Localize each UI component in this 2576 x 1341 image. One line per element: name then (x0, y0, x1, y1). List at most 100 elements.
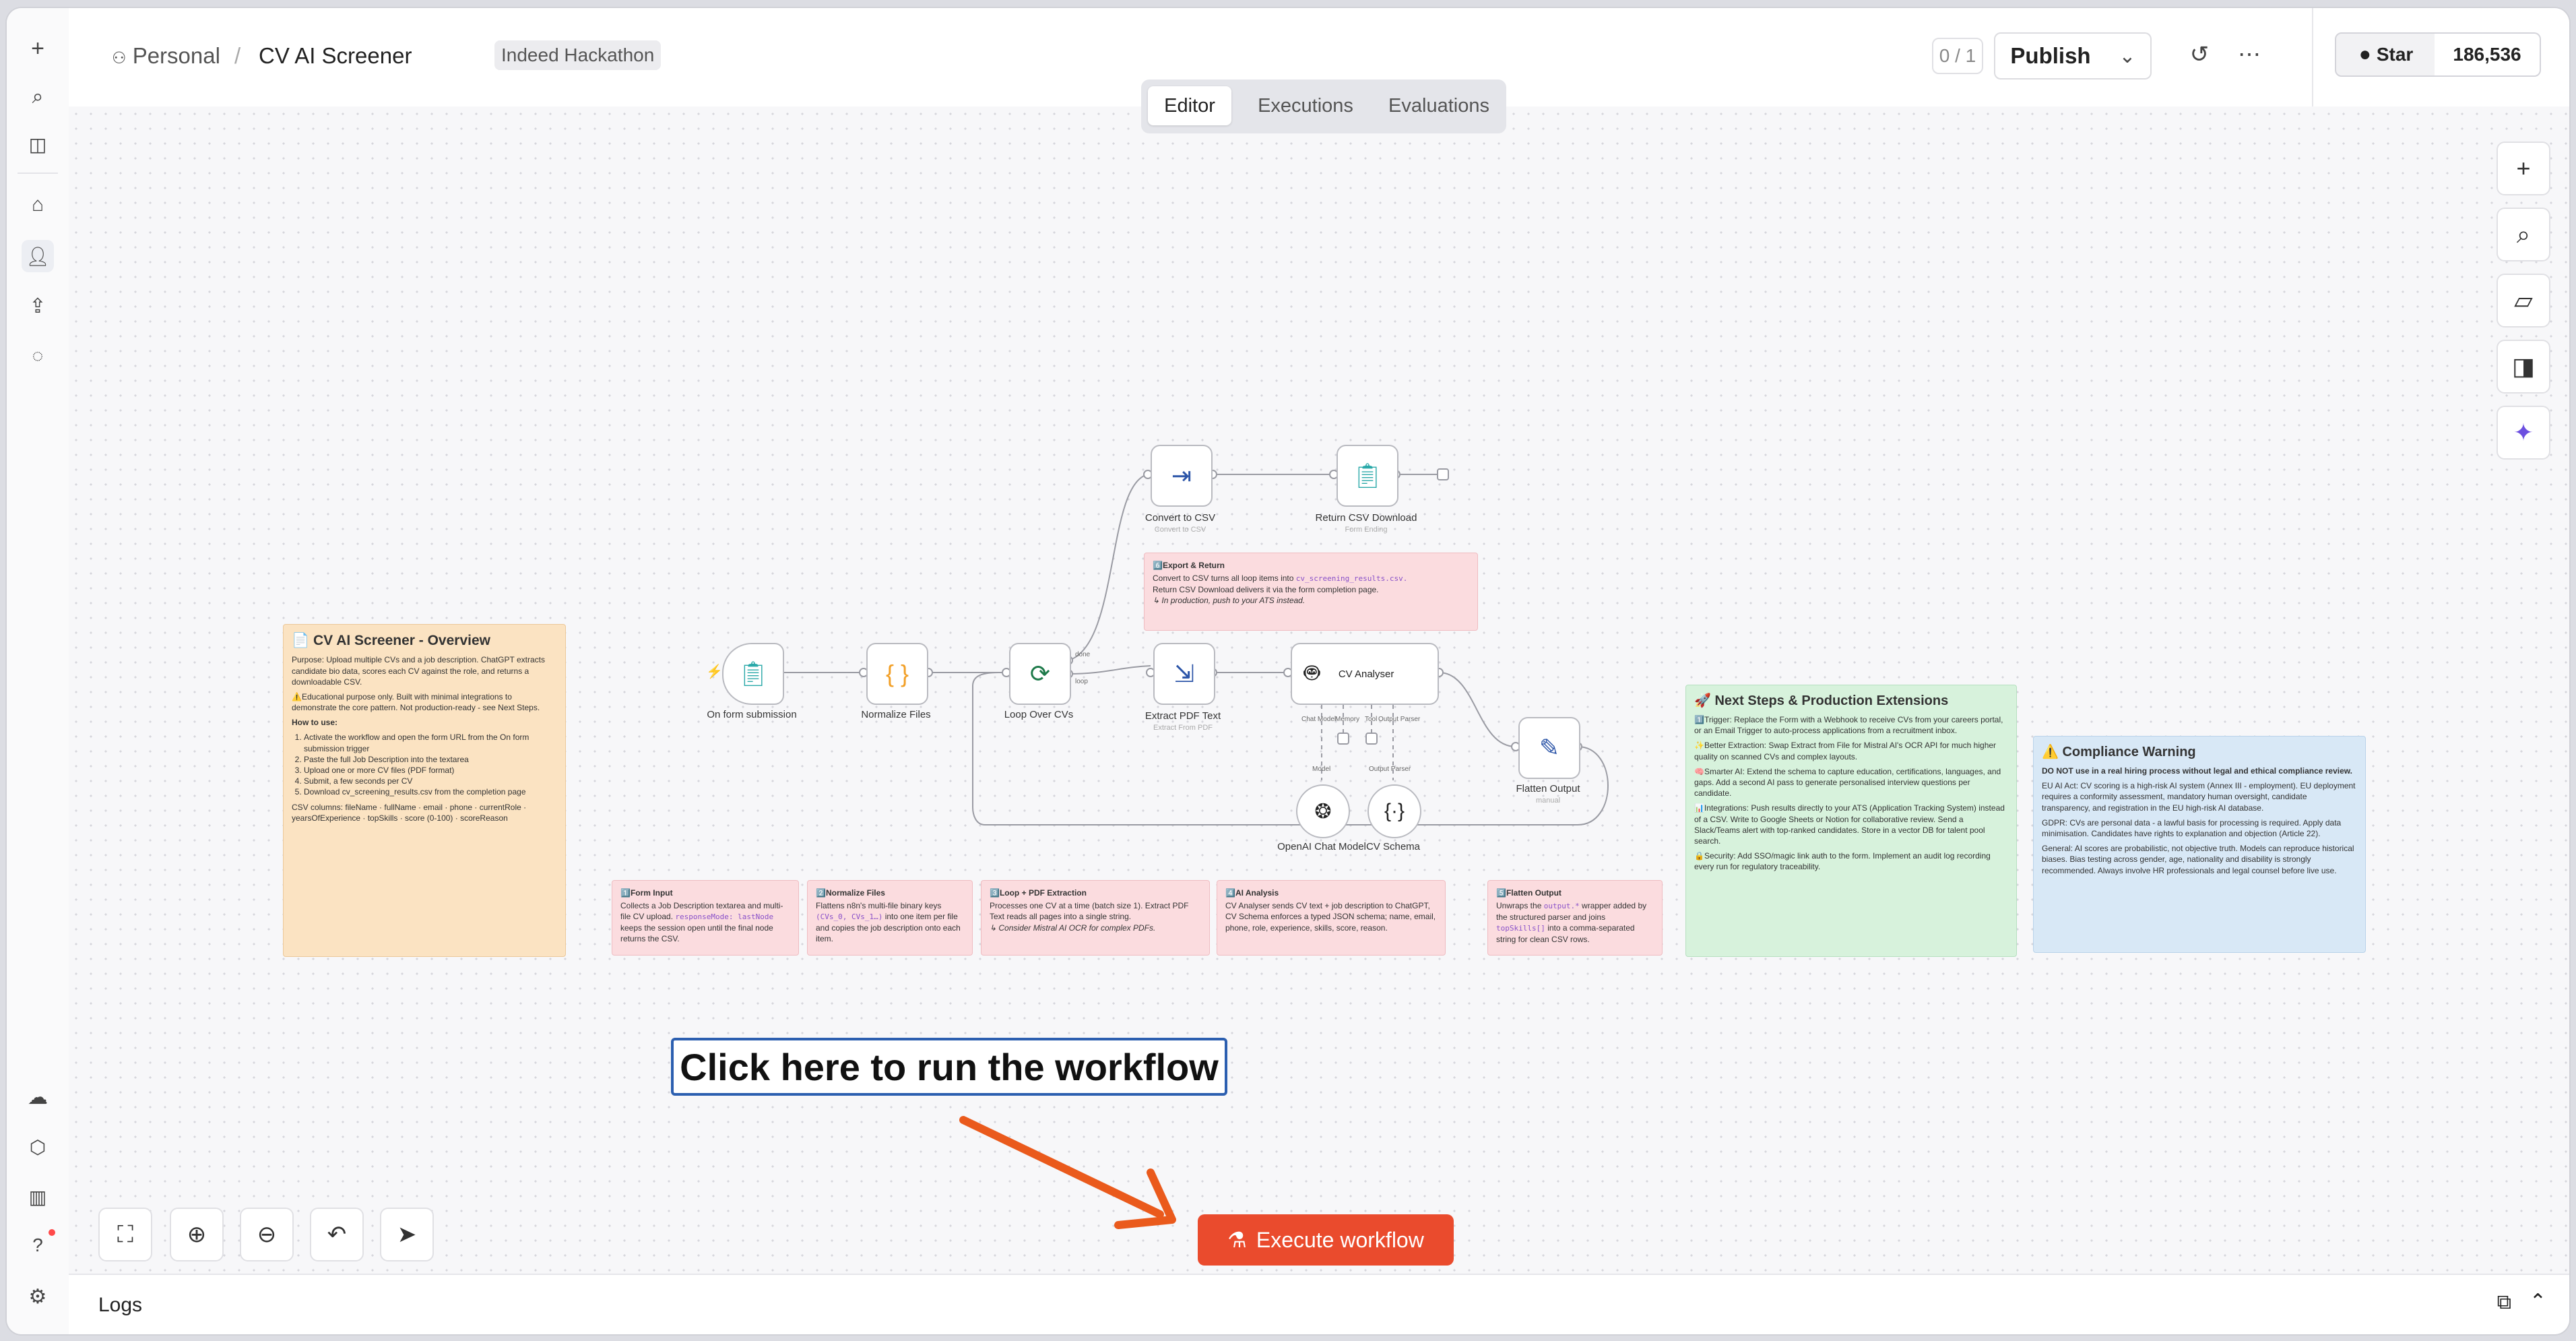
normalize-node[interactable]: { } (866, 643, 928, 705)
node-label-flatten: Flatten Output (1516, 783, 1580, 794)
app-window: + ⌕ ◫ ⌂ 👤︎ ⇪ ◌ ☁︎ ⬡ ▥ ? ⚙ ⚇ Personal / C… (7, 8, 2569, 1334)
history-icon[interactable]: ↺ (2183, 38, 2216, 71)
extract-pdf-node[interactable]: ⇲ (1153, 643, 1215, 705)
next-item: 1️⃣Trigger: Replace the Form with a Webh… (1694, 715, 2003, 736)
loop-note[interactable]: 3️⃣Loop + PDF Extraction Processes one C… (981, 880, 1210, 956)
star-count[interactable]: 186,536 (2435, 32, 2541, 77)
node-label-normalize: Normalize Files (861, 709, 931, 720)
loop-icon: ⟳ (1029, 660, 1051, 687)
node-label-schema: CV Schema (1365, 841, 1421, 852)
node-label-form: On form submission (707, 709, 797, 720)
cube-icon[interactable]: ⬡ (22, 1131, 54, 1163)
settings-icon[interactable]: ⚙ (22, 1280, 54, 1313)
workflow-canvas[interactable]: 📋︎ ⚡ On form submission { } Normalize Fi… (69, 106, 2569, 1274)
search-icon: ⌕ (2516, 220, 2531, 248)
workflow-name[interactable]: CV AI Screener (259, 43, 412, 69)
search-nodes-button[interactable]: ⌕ (2497, 208, 2550, 261)
cloud-icon[interactable]: ☁︎ (22, 1081, 54, 1113)
github-star-button[interactable]: ● Star (2335, 32, 2437, 77)
export-title: 6️⃣Export & Return (1153, 561, 1225, 570)
publish-button[interactable]: Publish (1994, 32, 2107, 80)
broom-icon: ➤ (397, 1222, 417, 1247)
n3-title: 3️⃣Loop + PDF Extraction (990, 888, 1087, 898)
lightning-icon: ⚡ (706, 664, 723, 679)
node-sub-flatten: manual (1535, 797, 1561, 805)
panel-icon[interactable]: ◫ (22, 128, 54, 160)
port-memory: Memory (1335, 716, 1360, 723)
chart-icon[interactable]: ▥ (22, 1181, 54, 1213)
home-icon[interactable]: ⌂ (22, 189, 54, 221)
return-csv-node[interactable]: 📋︎ (1337, 445, 1398, 507)
compliance-note[interactable]: ⚠️ Compliance Warning DO NOT use in a re… (2033, 736, 2366, 953)
next-item: ✨Better Extraction: Swap Extract from Fi… (1694, 741, 1997, 761)
breadcrumb-separator: / (234, 43, 241, 68)
add-node-button[interactable]: + (2497, 142, 2550, 195)
chat-icon[interactable]: ◌ (22, 340, 54, 372)
share-icon[interactable]: ⇪ (22, 290, 54, 322)
execute-workflow-button[interactable]: ⚗ Execute workflow (1198, 1214, 1454, 1266)
logs-panel[interactable]: Logs ⧉ ⌃ (69, 1274, 2569, 1334)
robot-icon: 🤖︎ (1304, 659, 1320, 687)
n2-code: (CVs_0, CVs_1…) (816, 912, 883, 922)
cv-schema-node[interactable]: {·} (1367, 784, 1421, 838)
file-export-icon: ⇲ (1173, 660, 1195, 687)
tab-evaluations[interactable]: Evaluations (1378, 86, 1500, 125)
ai-assistant-button[interactable]: ✦ (2497, 406, 2550, 460)
workflow-tag[interactable]: Indeed Hackathon (494, 40, 662, 70)
tidy-up-button[interactable]: ➤ (380, 1208, 434, 1261)
chevron-down-icon[interactable]: ⌄ (2104, 32, 2152, 80)
sticky-note-button[interactable]: ▱ (2497, 274, 2550, 328)
form-trigger-node[interactable]: 📋︎ (722, 643, 784, 705)
export-note[interactable]: 6️⃣Export & Return Convert to CSV turns … (1144, 553, 1478, 631)
notification-dot (49, 1229, 55, 1236)
normalize-note[interactable]: 2️⃣Normalize Files Flattens n8n's multi-… (807, 880, 973, 956)
arrow-icon (959, 1116, 1176, 1229)
more-icon[interactable]: ⋯ (2232, 38, 2266, 71)
n5-code: output.* (1543, 902, 1580, 911)
n5-body: Unwraps the (1496, 901, 1542, 911)
undo-button[interactable]: ↶ (310, 1208, 364, 1261)
panel-toggle-button[interactable]: ◨ (2497, 340, 2550, 394)
port-done: done (1075, 651, 1091, 658)
ai-analysis-note[interactable]: 4️⃣AI Analysis CV Analyser sends CV text… (1217, 880, 1446, 956)
breadcrumb-owner[interactable]: ⚇ Personal (112, 43, 220, 69)
user-icon[interactable]: 👤︎ (22, 240, 54, 272)
panel-icon: ◨ (2511, 352, 2535, 380)
tab-executions[interactable]: Executions (1239, 86, 1372, 125)
flatten-node[interactable]: ✎ (1518, 717, 1580, 779)
tab-editor[interactable]: Editor (1148, 86, 1231, 125)
port-tool: Tool (1365, 716, 1378, 723)
next-steps-note[interactable]: 🚀 Next Steps & Production Extensions 1️⃣… (1685, 685, 2017, 957)
loop-node[interactable]: ⟳ (1009, 643, 1071, 705)
convert-csv-node[interactable]: ⇥ (1151, 445, 1213, 507)
clipboard-icon: 📋︎ (1352, 462, 1383, 489)
next-item: 🔒Security: Add SSO/magic link auth to th… (1694, 851, 1991, 872)
chevron-up-icon[interactable]: ⌃ (2530, 1290, 2546, 1313)
port-model: Model (1312, 766, 1331, 773)
compliance-lead: DO NOT use in a real hiring process with… (2042, 766, 2353, 776)
export-code: cv_screening_results.csv. (1295, 574, 1408, 584)
node-sub-extract: Extract From PDF (1153, 724, 1213, 732)
version-counter: 0 / 1 (1932, 38, 1983, 74)
openai-node[interactable]: ❂ (1296, 784, 1350, 838)
zoom-in-button[interactable]: ⊕ (170, 1208, 224, 1261)
code-icon: { } (885, 660, 909, 687)
user-small-icon: ⚇ (112, 49, 127, 67)
run-workflow-callout: Click here to run the workflow (671, 1038, 1227, 1096)
overview-purpose: Purpose: Upload multiple CVs and a job d… (292, 655, 545, 687)
node-label-loop: Loop Over CVs (1004, 709, 1074, 720)
popout-icon[interactable]: ⧉ (2497, 1291, 2511, 1314)
n2-title: 2️⃣Normalize Files (816, 888, 885, 898)
flatten-note[interactable]: 5️⃣Flatten Output Unwraps the output.* w… (1487, 880, 1663, 956)
fullscreen-icon: ⛶ (117, 1221, 133, 1247)
plus-icon[interactable]: + (22, 32, 54, 65)
cv-analyser-node[interactable]: 🤖︎ CV Analyser (1291, 643, 1439, 705)
next-item: 🧠Smarter AI: Extend the schema to captur… (1694, 766, 2001, 799)
overview-step: Upload one or more CV files (PDF format) (304, 765, 557, 776)
form-input-note[interactable]: 1️⃣Form Input Collects a Job Description… (612, 880, 799, 956)
note-icon: ▱ (2514, 286, 2533, 314)
zoom-out-button[interactable]: ⊖ (240, 1208, 294, 1261)
fit-view-button[interactable]: ⛶ (98, 1208, 152, 1261)
overview-note[interactable]: 📄 CV AI Screener - Overview Purpose: Upl… (283, 624, 566, 957)
search-icon[interactable]: ⌕ (22, 81, 54, 113)
